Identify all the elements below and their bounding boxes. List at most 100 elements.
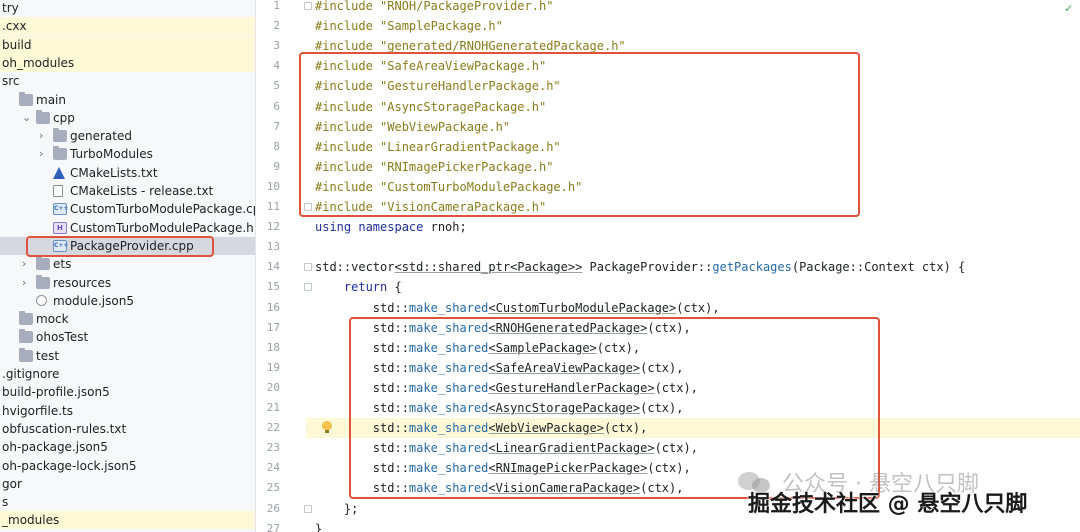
line-number: 10: [266, 179, 280, 193]
tree-item-label: hvigorfile.ts: [2, 403, 73, 418]
tree-item-label: module.json5: [53, 293, 134, 308]
tree-item[interactable]: gor: [0, 475, 255, 493]
line-number: 8: [273, 139, 280, 153]
line-number: 25: [266, 481, 280, 495]
chevron-right-icon[interactable]: ›: [22, 274, 26, 292]
tree-item[interactable]: CustomTurboModulePackage.cpp: [0, 200, 256, 218]
code-line[interactable]: return {: [315, 277, 402, 297]
tree-item[interactable]: mock: [0, 310, 255, 328]
line-number: 5: [273, 79, 280, 93]
line-number: 14: [266, 260, 280, 274]
watermark-juejin: 掘金技术社区 @ 悬空八只脚: [748, 492, 1028, 517]
code-token: PackageProvider::: [582, 260, 713, 275]
tree-item[interactable]: CMakeLists.txt: [0, 164, 255, 182]
tree-item-label: oh_modules: [2, 55, 75, 70]
folder-file-icon: [19, 347, 33, 362]
tree-item-label: CustomTurboModulePackage.h: [70, 220, 254, 235]
tree-item[interactable]: _modules: [0, 511, 255, 530]
tree-item[interactable]: build-profile.json5: [0, 383, 255, 401]
tree-item-label: try: [2, 1, 19, 15]
chevron-right-icon[interactable]: ›: [39, 145, 43, 163]
folder-file-icon: [36, 109, 50, 124]
tree-item[interactable]: ⌄ cpp: [0, 109, 255, 127]
line-number: 18: [266, 340, 280, 354]
code-token: (ctx),: [676, 300, 720, 315]
code-line[interactable]: };: [315, 499, 358, 519]
tree-item-label: main: [36, 92, 66, 107]
project-tree-panel: try .cxx build oh_modulessrc main ⌄ cpp › genera…: [0, 0, 256, 532]
chevron-down-icon[interactable]: ⌄: [22, 109, 31, 127]
code-line[interactable]: std::make_shared<CustomTurboModulePackag…: [315, 298, 720, 318]
line-number: 7: [273, 119, 280, 133]
tree-item[interactable]: obfuscation-rules.txt: [0, 420, 255, 438]
tree-item-label: obfuscation-rules.txt: [2, 421, 127, 436]
code-token: std::: [315, 300, 409, 315]
code-token: #include "RNOH/PackageProvider.h": [315, 0, 554, 13]
code-token: <CustomTurboModulePackage>: [488, 300, 677, 315]
tree-item[interactable]: › generated: [0, 127, 255, 145]
code-line[interactable]: using namespace rnoh;: [315, 217, 467, 237]
chevron-right-icon[interactable]: ›: [39, 127, 43, 145]
tree-item[interactable]: oh-package.json5: [0, 438, 255, 456]
tree-item[interactable]: CMakeLists - release.txt: [0, 182, 255, 200]
fold-marker-icon[interactable]: [304, 283, 312, 292]
tree-item-label: mock: [36, 312, 69, 327]
tree-item-label: gor: [2, 476, 22, 491]
folder-file-icon: [36, 274, 50, 289]
folder-file-icon: [19, 91, 33, 106]
code-token: {: [387, 280, 402, 295]
tree-item[interactable]: build: [0, 35, 255, 54]
tree-item-label: .cxx: [2, 19, 27, 34]
line-number: 22: [266, 421, 280, 435]
code-token: std::vector: [315, 260, 395, 275]
tree-item[interactable]: ohosTest: [0, 328, 255, 346]
tree-item[interactable]: › TurboModules: [0, 145, 255, 163]
code-token: #include "SamplePackage.h": [315, 19, 503, 34]
tree-item[interactable]: hvigorfile.ts: [0, 402, 255, 420]
tree-item[interactable]: test: [0, 347, 255, 365]
tree-item-label: generated: [70, 129, 132, 144]
code-line[interactable]: std::vector<std::shared_ptr<Package>> Pa…: [315, 257, 965, 277]
json-file-icon: [36, 294, 47, 306]
line-number: 11: [266, 200, 280, 213]
tree-item-label: CustomTurboModulePackage.cpp: [70, 202, 256, 217]
code-token: }: [315, 521, 323, 532]
folder-file-icon: [53, 128, 67, 143]
folder-file-icon: [53, 146, 67, 161]
tree-item[interactable]: try: [0, 0, 255, 17]
tree-item[interactable]: main: [0, 91, 255, 109]
fold-marker-icon[interactable]: [304, 504, 312, 513]
tree-item[interactable]: › resources: [0, 274, 255, 292]
tree-item[interactable]: oh-package-lock.json5: [0, 457, 255, 475]
tree-item-label: _modules: [2, 513, 60, 528]
line-number: 1: [273, 0, 280, 12]
code-line[interactable]: }: [315, 519, 322, 532]
tree-item-label: cpp: [53, 110, 75, 125]
tree-item[interactable]: .cxx: [0, 17, 255, 36]
tree-item[interactable]: › ets: [0, 255, 255, 273]
folder-file-icon: [36, 256, 50, 271]
tree-item-label: ets: [53, 257, 72, 272]
code-token: (Package::Context ctx) {: [791, 260, 966, 275]
chevron-right-icon[interactable]: ›: [22, 255, 26, 273]
line-number: 20: [266, 380, 280, 394]
lightbulb-icon[interactable]: [322, 421, 332, 433]
cpp-file-icon: [53, 203, 68, 216]
fold-marker-icon[interactable]: [304, 2, 312, 10]
tree-item[interactable]: .gitignore: [0, 365, 255, 383]
line-number: 24: [266, 461, 280, 475]
tree-item-label: oh-package-lock.json5: [2, 458, 137, 473]
tree-item-label: CMakeLists.txt: [70, 165, 158, 180]
tree-item[interactable]: module.json5: [0, 292, 255, 310]
tree-item[interactable]: CustomTurboModulePackage.h: [0, 219, 255, 237]
tree-item[interactable]: oh_modules: [0, 53, 255, 72]
tree-item[interactable]: s: [0, 493, 255, 511]
code-line[interactable]: #include "RNOH/PackageProvider.h": [315, 0, 553, 16]
code-token: make_shared: [408, 300, 489, 315]
code-token: getPackages: [712, 260, 792, 275]
line-number: 4: [273, 59, 280, 73]
code-line[interactable]: #include "SamplePackage.h": [315, 16, 503, 36]
tree-item[interactable]: src: [0, 72, 255, 90]
fold-marker-icon[interactable]: [304, 263, 312, 272]
